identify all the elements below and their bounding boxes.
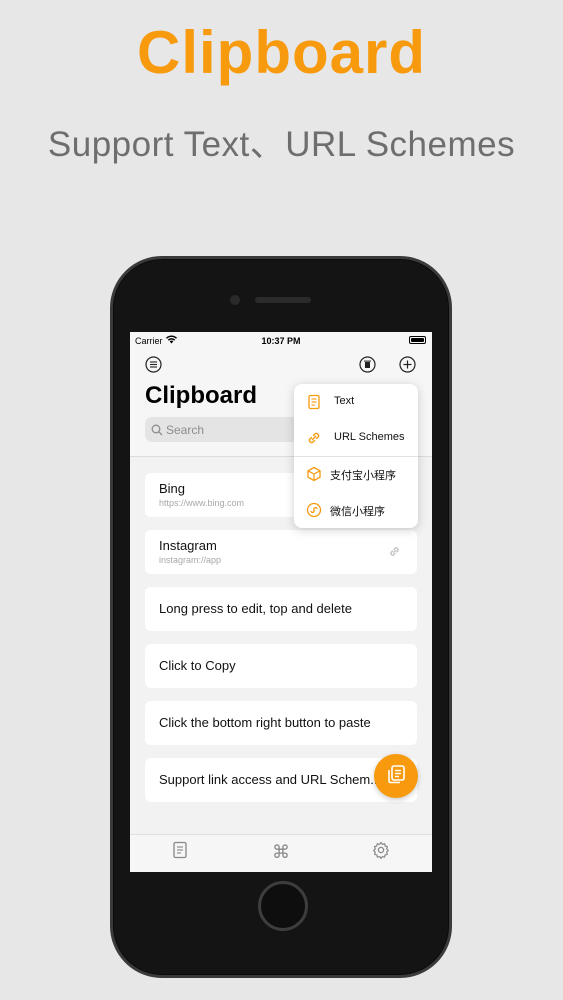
cube-icon	[306, 466, 322, 482]
tab-settings[interactable]	[371, 841, 391, 864]
document-icon	[306, 394, 322, 410]
app-screen: Carrier 10:37 PM Clipboard Search Bing h…	[130, 332, 432, 872]
list-item[interactable]: Click the bottom right button to paste	[145, 701, 417, 745]
list-item-title: Long press to edit, top and delete	[159, 601, 352, 616]
menu-item-alipay-mini-program[interactable]: 支付宝小程序	[294, 456, 418, 492]
list-item[interactable]: Long press to edit, top and delete	[145, 587, 417, 631]
gear-icon	[372, 841, 390, 864]
menu-item-wechat-mini-program[interactable]: 微信小程序	[294, 492, 418, 528]
camera-icon	[230, 295, 240, 305]
command-icon[interactable]: ⌘	[271, 842, 291, 862]
list-item-subtitle: instagram://app	[159, 555, 222, 565]
phone-frame: Carrier 10:37 PM Clipboard Search Bing h…	[110, 256, 452, 978]
home-button[interactable]	[258, 881, 308, 931]
promo-title: Clipboard	[137, 19, 426, 86]
tab-bar: ⌘	[130, 834, 432, 872]
mini-program-icon	[306, 502, 322, 518]
search-icon	[151, 423, 163, 441]
list-item-title: Instagram	[159, 538, 217, 553]
paste-button[interactable]	[374, 754, 418, 798]
menu-item-label: Text	[334, 395, 355, 407]
menu-item-label: URL Schemes	[334, 431, 405, 443]
link-icon	[388, 545, 401, 563]
document-icon	[172, 841, 188, 864]
promo-subtitle: Support Text、URL Schemes	[47, 125, 516, 164]
speaker-grille	[255, 297, 311, 303]
list-icon[interactable]	[144, 355, 162, 373]
tab-clipboard[interactable]	[170, 841, 190, 864]
menu-item-text[interactable]: Text	[294, 384, 418, 420]
list-item[interactable]: Instagram instagram://app	[145, 530, 417, 574]
trash-icon[interactable]	[358, 355, 376, 373]
battery-icon	[409, 336, 426, 344]
list-item[interactable]: Click to Copy	[145, 644, 417, 688]
link-icon	[306, 430, 322, 446]
clock-label: 10:37 PM	[261, 336, 301, 346]
copy-icon	[385, 763, 407, 790]
search-placeholder: Search	[166, 423, 205, 437]
menu-item-url-schemes[interactable]: URL Schemes	[294, 420, 418, 456]
menu-item-label: 支付宝小程序	[330, 470, 396, 482]
status-bar: Carrier 10:37 PM	[130, 332, 432, 352]
list-item-title: Click to Copy	[159, 658, 236, 673]
list-item-title: Bing	[159, 481, 186, 496]
page-title: Clipboard	[145, 382, 257, 409]
menu-item-label: 微信小程序	[330, 506, 385, 518]
list-item-title: Click the bottom right button to paste	[159, 715, 371, 730]
add-icon[interactable]	[398, 355, 416, 373]
list-item-subtitle: https://www.bing.com	[159, 498, 245, 508]
add-menu: Text URL Schemes 支付宝小程序 微信小程序	[294, 384, 418, 528]
list-item-title: Support link access and URL Schem...	[159, 772, 382, 787]
